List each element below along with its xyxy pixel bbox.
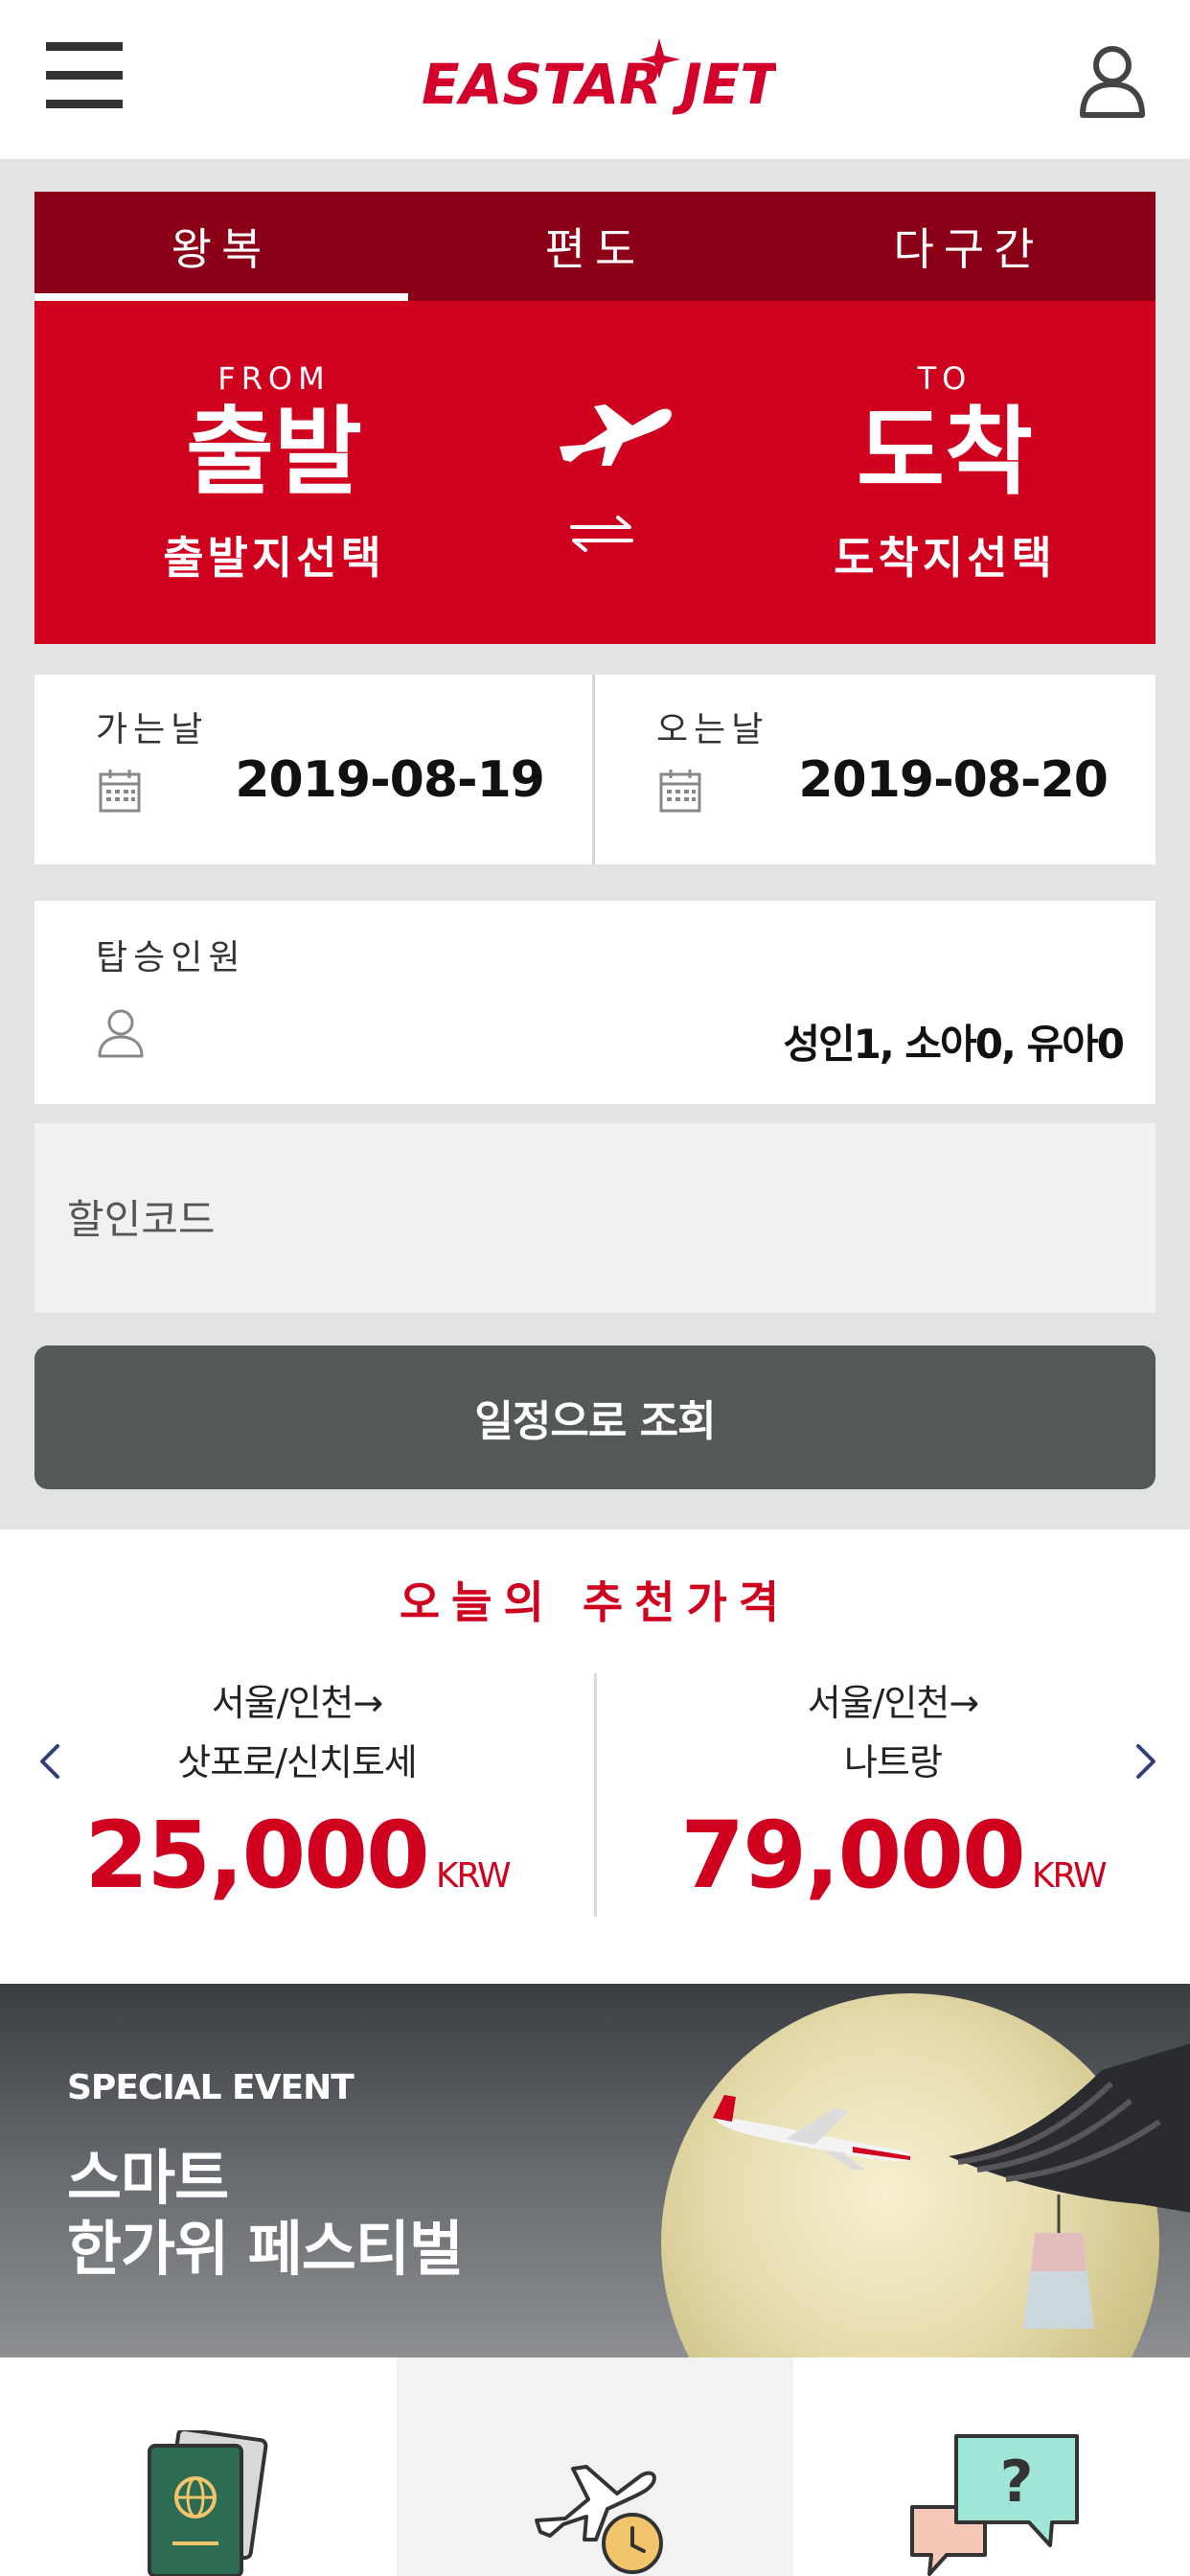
tab-round-trip[interactable]: 왕복 [34,192,408,301]
person-icon [96,1006,146,1060]
fare-origin: 서울/인천→ [807,1682,979,1724]
hamburger-menu-icon[interactable] [46,42,123,109]
fare-currency: KRW [435,1856,512,1896]
calendar-icon [658,767,702,815]
departure-selector[interactable]: FROM 출발 출발지선택 [82,301,466,644]
search-by-schedule-button[interactable]: 일정으로 조회 [34,1346,1156,1489]
arrival-city: 도착 [857,396,1033,508]
departure-date-field[interactable]: 가는날 2019-08-19 [34,675,595,864]
recommended-fare-card[interactable]: 서울/인천→ 삿포로/신치토세 25,000 KRW [29,1673,565,1922]
passenger-count-value: 성인1, 소아0, 유아0 [783,1021,1125,1068]
quick-menu: ? [0,2358,1190,2576]
fare-price: 25,000 [84,1802,429,1909]
arrival-select-prompt: 도착지선택 [834,532,1056,584]
app-header: EASTAR JET [0,0,1190,159]
route-selector: FROM 출발 출발지선택 TO 도착 도착지선택 [34,301,1156,644]
fare-currency: KRW [1031,1856,1108,1896]
promo-code-row [34,1123,1156,1313]
return-date-label: 오는날 [656,710,769,749]
banner-eyebrow: SPECIAL EVENT [67,2068,355,2107]
svg-text:EASTAR JET: EASTAR JET [422,52,776,117]
calendar-icon [98,767,142,815]
quick-menu-faq[interactable]: ? [793,2358,1190,2576]
tab-multi-city[interactable]: 다구간 [782,192,1156,301]
svg-text:?: ? [1000,2449,1034,2516]
return-date-value: 2019-08-20 [798,751,1109,809]
departure-date-label: 가는날 [96,710,209,749]
tab-one-way[interactable]: 편도 [408,192,782,301]
departure-select-prompt: 출발지선택 [163,532,385,584]
airplane-icon [552,387,676,493]
fare-origin: 서울/인천→ [211,1682,383,1724]
banner-title-line2: 한가위 페스티벌 [67,2214,464,2284]
tab-multi-city-label: 다구간 [893,223,1044,275]
departure-city: 출발 [186,396,362,508]
event-banner[interactable]: SPECIAL EVENT 스마트 한가위 페스티벌 [0,1984,1190,2358]
fare-price-line: 25,000 KRW [29,1802,565,1909]
chat-question-icon: ? [908,2430,1081,2576]
quick-menu-passport[interactable] [0,2358,397,2576]
fare-destination: 나트랑 [844,1741,943,1783]
recommended-fare-card[interactable]: 서울/인천→ 나트랑 79,000 KRW [625,1673,1161,1922]
return-date-field[interactable]: 오는날 2019-08-20 [595,675,1156,864]
chevron-right-icon[interactable] [1127,1736,1165,1786]
from-label: FROM [217,360,331,397]
lantern-image [1016,2195,1102,2348]
logo-graphic: EASTAR JET [422,38,782,117]
passport-icon [144,2426,268,2576]
fare-destination: 삿포로/신치토세 [177,1741,418,1783]
passenger-label: 탑승인원 [96,938,246,978]
departure-date-value: 2019-08-19 [235,751,545,809]
trip-type-tabs: 왕복 편도 다구간 [34,192,1156,301]
passenger-field[interactable]: 탑승인원 성인1, 소아0, 유아0 [34,901,1156,1104]
to-label: TO [917,360,973,397]
travel-dates: 가는날 2019-08-19 오는날 2019-08-20 [34,675,1156,864]
swap-arrows-icon[interactable] [568,510,635,558]
fare-price-line: 79,000 KRW [625,1802,1161,1909]
flight-clock-icon [527,2440,671,2576]
fare-divider [594,1673,597,1917]
arrival-selector[interactable]: TO 도착 도착지선택 [753,301,1136,644]
tab-round-trip-label: 왕복 [171,223,272,275]
user-icon[interactable] [1079,42,1146,119]
eastar-jet-logo[interactable]: EASTAR JET [422,34,782,121]
airplane-image [709,2089,920,2175]
tab-one-way-label: 편도 [544,223,646,275]
promo-code-input[interactable] [67,1181,1121,1257]
fare-price: 79,000 [680,1802,1025,1909]
quick-menu-flight-status[interactable] [397,2358,793,2576]
recommended-prices-title: 오늘의 추천가격 [399,1576,791,1628]
